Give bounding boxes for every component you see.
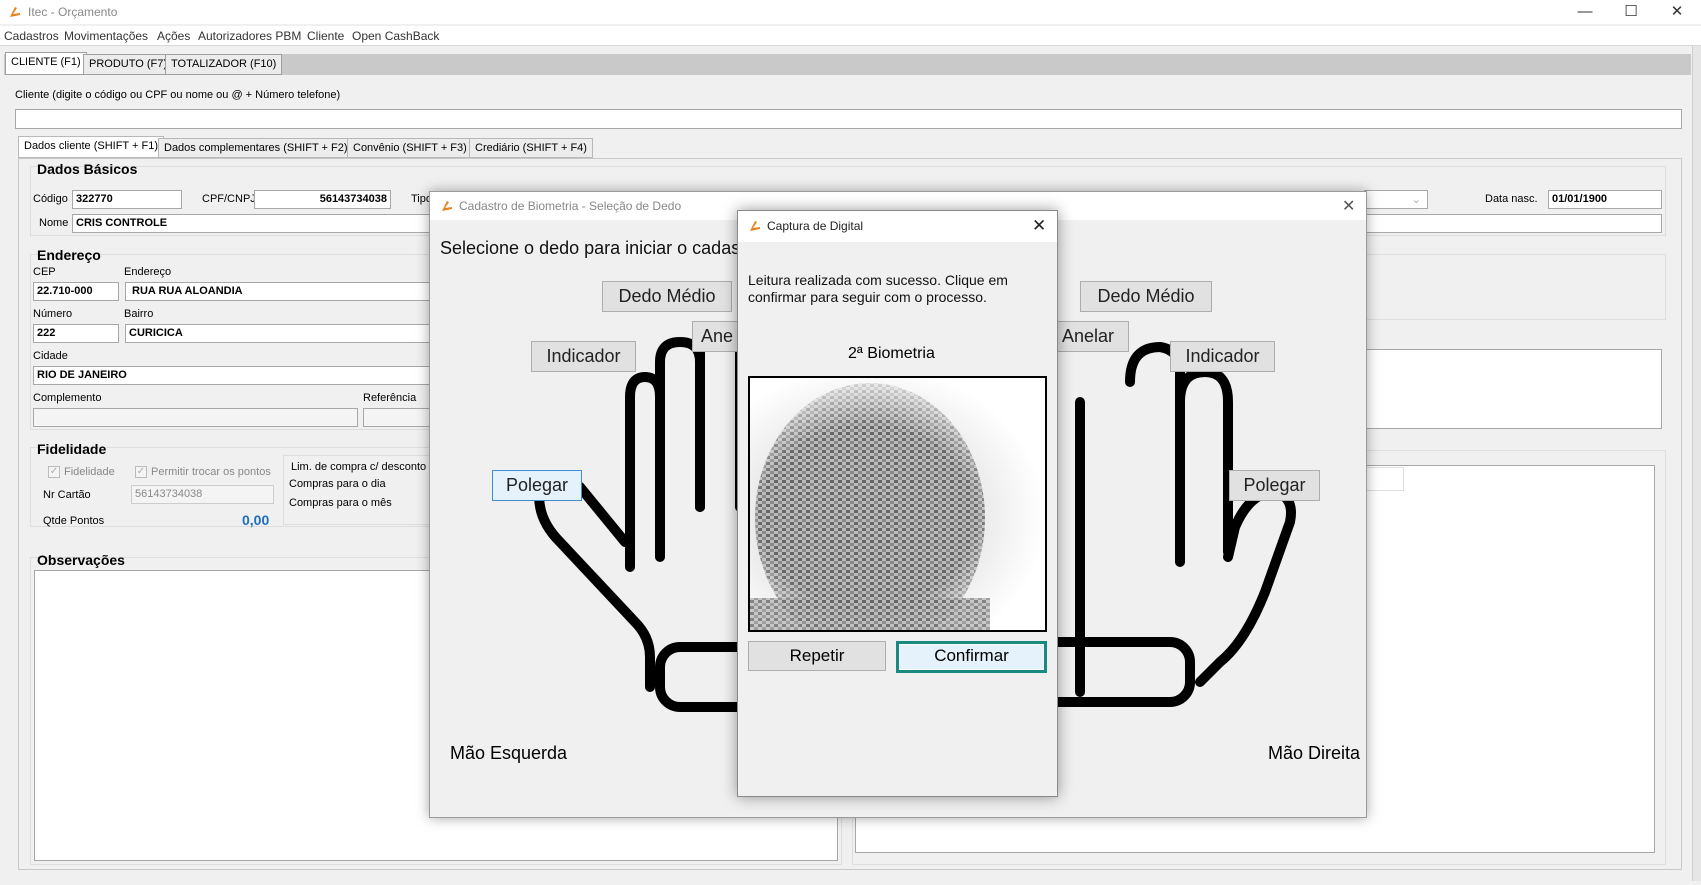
repetir-button[interactable]: Repetir (748, 641, 886, 671)
right-lower-cell (1364, 467, 1404, 491)
tipo-select[interactable]: ⌄ (1364, 190, 1428, 209)
right-polegar-button[interactable]: Polegar (1229, 470, 1320, 501)
biometria-instruction: Selecione o dedo para iniciar o cadast (440, 238, 746, 258)
observacoes-title: Observações (37, 552, 125, 568)
fidelidade-title: Fidelidade (37, 441, 107, 457)
app-logo-icon (750, 221, 760, 231)
subtab-dados-complementares[interactable]: Dados complementares (SHIFT + F2) (158, 138, 354, 158)
menu-acoes[interactable]: Ações (157, 29, 190, 43)
codigo-field[interactable]: 322770 (72, 190, 182, 209)
right-medio-button[interactable]: Dedo Médio (1080, 281, 1212, 312)
left-anelar-button[interactable]: Ane (692, 321, 742, 352)
tab-totalizador[interactable]: TOTALIZADOR (F10) (165, 54, 283, 75)
right-indicador-button[interactable]: Indicador (1170, 341, 1275, 372)
endereco-field[interactable]: RUA RUA ALOANDIA (125, 282, 433, 301)
menu-cadastros[interactable]: Cadastros (4, 29, 59, 43)
captura-dialog-titlebar: Captura de Digital ✕ (738, 211, 1057, 242)
trocar-pontos-checkbox[interactable]: ✓ (135, 466, 147, 478)
biometria-dialog-title: Cadastro de Biometria - Seleção de Dedo (459, 199, 682, 213)
tab-produto[interactable]: PRODUTO (F7) (83, 54, 174, 75)
menu-cliente[interactable]: Cliente (307, 29, 344, 43)
cidade-label: Cidade (33, 350, 68, 362)
sub-tab-strip: Dados cliente (SHIFT + F1) Dados complem… (18, 136, 1682, 158)
referencia-field[interactable] (363, 408, 433, 427)
numero-field[interactable]: 222 (33, 324, 119, 343)
bairro-field[interactable]: CURICICA (125, 324, 433, 343)
nome-label: Nome (39, 217, 69, 229)
app-logo-icon (10, 7, 20, 17)
tab-cliente[interactable]: CLIENTE (F1) (5, 52, 87, 75)
nr-cartao-label: Nr Cartão (43, 489, 91, 501)
captura-close-icon[interactable]: ✕ (1032, 216, 1046, 236)
fidelidade-checkbox[interactable]: ✓ (48, 466, 60, 478)
biometria-close-icon[interactable]: ✕ (1342, 196, 1355, 216)
qtde-pontos-value: 0,00 (242, 512, 270, 528)
captura-dialog-title: Captura de Digital (767, 219, 864, 233)
referencia-label: Referência (363, 392, 417, 404)
numero-label: Número (33, 308, 73, 320)
subtab-crediario[interactable]: Crediário (SHIFT + F4) (469, 138, 593, 158)
window-title: Itec - Orçamento (28, 5, 118, 19)
minimize-button[interactable]: — (1562, 0, 1608, 24)
dados-basicos-title: Dados Básicos (37, 161, 138, 177)
subtab-convenio[interactable]: Convênio (SHIFT + F3) (347, 138, 473, 158)
nome-field-right[interactable] (1364, 214, 1662, 233)
captura-dialog: Captura de Digital ✕ Leitura realizada c… (737, 210, 1058, 797)
menu-movimentacoes[interactable]: Movimentações (64, 29, 148, 43)
left-hand-icon (534, 337, 770, 712)
cpf-field[interactable]: 56143734038 (254, 190, 391, 209)
complemento-label: Complemento (33, 392, 102, 404)
nome-field[interactable]: CRIS CONTROLE (72, 214, 432, 233)
right-group-1 (1364, 254, 1666, 320)
title-bar: Itec - Orçamento — ☐ ✕ (0, 0, 1701, 24)
right-textbox[interactable] (1364, 349, 1662, 429)
lim-compra-label: Lim. de compra c/ desconto (291, 461, 427, 473)
fingerprint-image (748, 376, 1047, 632)
left-indicador-button[interactable]: Indicador (531, 341, 636, 372)
right-hand-icon (1050, 342, 1296, 707)
compras-dia-label: Compras para o dia (289, 478, 386, 490)
left-hand-label: Mão Esquerda (450, 743, 568, 763)
cpf-label: CPF/CNPJ (202, 193, 256, 205)
qtde-pontos-label: Qtde Pontos (43, 515, 105, 527)
complemento-field[interactable] (33, 408, 358, 427)
endereco-title: Endereço (37, 247, 101, 263)
maximize-button[interactable]: ☐ (1608, 0, 1654, 24)
right-anelar-button[interactable]: Anelar (1047, 321, 1129, 352)
endereco-label: Endereço (124, 266, 172, 278)
cep-label: CEP (33, 266, 56, 278)
data-nasc-label: Data nasc. (1485, 193, 1538, 205)
menu-autorizadores-pbm[interactable]: Autorizadores PBM (198, 29, 301, 43)
search-label: Cliente (digite o código ou CPF ou nome … (15, 89, 341, 101)
cep-field[interactable]: 22.710-000 (33, 282, 119, 301)
biometria-count-label: 2ª Biometria (848, 345, 935, 362)
client-search-input[interactable] (15, 109, 1682, 129)
cidade-field[interactable]: RIO DE JANEIRO (33, 366, 433, 385)
nr-cartao-field[interactable]: 56143734038 (131, 485, 274, 504)
compras-mes-label: Compras para o mês (289, 497, 392, 509)
fidelidade-checkbox-label: Fidelidade (64, 466, 115, 478)
captura-message: Leitura realizada com sucesso. Clique em… (748, 272, 1008, 305)
trocar-pontos-label: Permitir trocar os pontos (151, 466, 271, 478)
fingerprint-icon (750, 378, 1045, 630)
subtab-dados-cliente[interactable]: Dados cliente (SHIFT + F1) (18, 136, 164, 158)
vertical-scrollbar[interactable] (1692, 46, 1701, 881)
main-tab-strip: CLIENTE (F1) PRODUTO (F7) TOTALIZADOR (F… (4, 52, 1691, 75)
confirmar-button[interactable]: Confirmar (896, 641, 1047, 673)
chevron-down-icon: ⌄ (1411, 194, 1421, 206)
bairro-label: Bairro (124, 308, 154, 320)
right-hand-label: Mão Direita (1268, 743, 1361, 763)
menu-bar: Cadastros Movimentações Ações Autorizado… (0, 26, 1701, 46)
left-medio-button[interactable]: Dedo Médio (602, 281, 732, 312)
close-window-button[interactable]: ✕ (1654, 0, 1700, 24)
data-nasc-field[interactable]: 01/01/1900 (1548, 190, 1662, 209)
menu-open-cashback[interactable]: Open CashBack (352, 29, 439, 43)
app-logo-icon (442, 201, 452, 211)
left-polegar-button[interactable]: Polegar (492, 470, 582, 501)
codigo-label: Código (33, 193, 68, 205)
